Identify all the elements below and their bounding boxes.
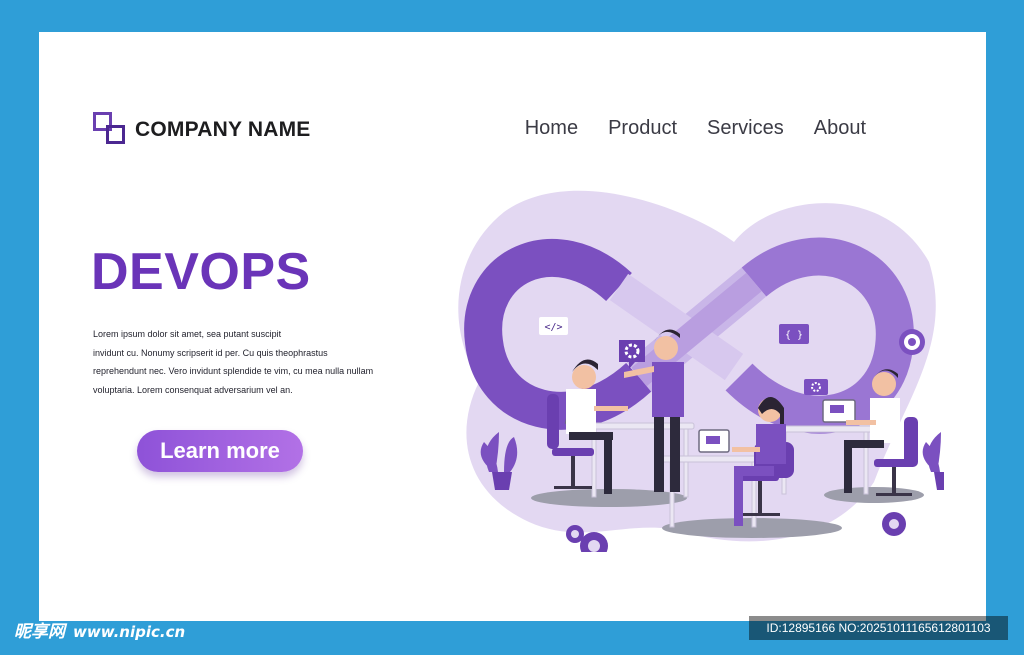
learn-more-button[interactable]: Learn more	[137, 430, 303, 472]
nav-home[interactable]: Home	[525, 117, 578, 140]
braces-badge: { }	[779, 324, 809, 344]
brand-logo[interactable]: COMPANY NAME	[93, 112, 310, 148]
plant-icon	[922, 432, 944, 490]
hero-title: DEVOPS	[91, 243, 311, 301]
overlapping-squares-icon	[93, 112, 129, 148]
landing-page-card: COMPANY NAME Home Product Services About…	[39, 32, 986, 621]
watermark-site-name: 昵享网	[14, 622, 65, 642]
watermark-site: 昵享网 www.nipic.cn	[14, 617, 185, 642]
svg-text:</>: </>	[544, 322, 562, 333]
nav-product[interactable]: Product	[608, 117, 677, 140]
hero-line: Lorem ipsum dolor sit amet, sea putant s…	[93, 329, 282, 339]
svg-text:{ }: { }	[785, 330, 803, 341]
hero-description: Lorem ipsum dolor sit amet, sea putant s…	[93, 325, 403, 399]
company-name: COMPANY NAME	[135, 118, 311, 141]
nav-services[interactable]: Services	[707, 117, 784, 140]
hero-line: reprehendunt nec. Vero invidunt splendid…	[93, 366, 374, 376]
hero-line: invidunt cu. Nonumy scripserit id per. C…	[93, 347, 328, 358]
main-nav: Home Product Services About	[525, 117, 866, 140]
target-icon	[899, 329, 925, 355]
watermark-id: ID:12895166 NO:20251011165612801103	[749, 616, 1008, 640]
watermark-url: www.nipic.cn	[73, 623, 186, 641]
gear-badge	[804, 379, 828, 395]
devops-illustration: </> { }	[458, 190, 944, 552]
nav-about[interactable]: About	[814, 117, 866, 140]
code-badge: </>	[539, 317, 568, 335]
hero-line: voluptaria. Lorem consenquat adversarium…	[93, 384, 293, 395]
